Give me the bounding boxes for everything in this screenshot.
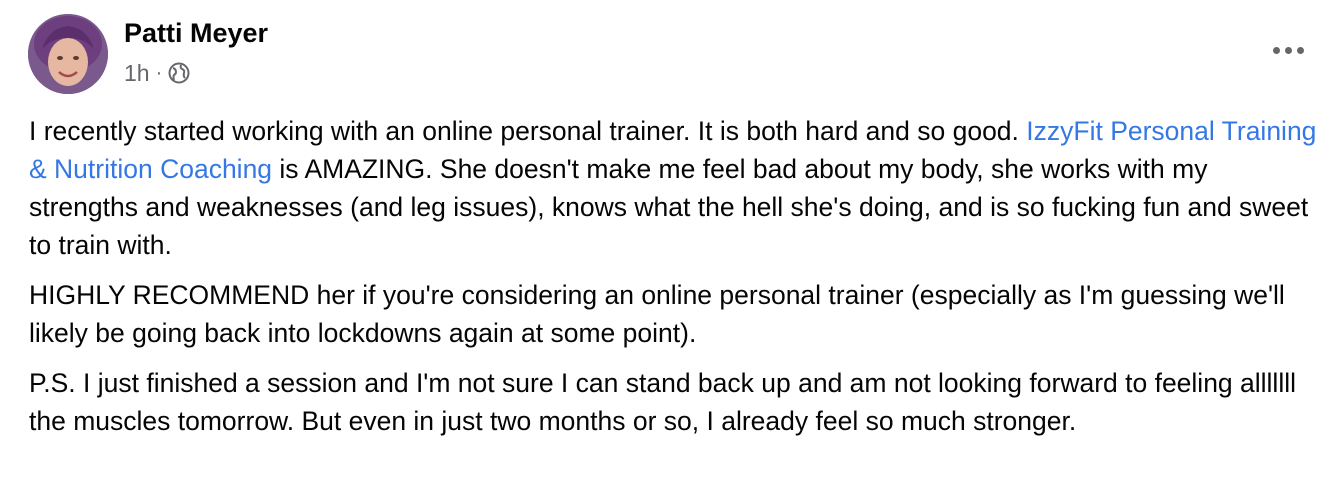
author-name[interactable]: Patti Meyer xyxy=(124,16,268,50)
facebook-post: Patti Meyer 1h · I recently started work… xyxy=(0,0,1344,496)
post-paragraph: HIGHLY RECOMMEND her if you're consideri… xyxy=(29,280,1285,348)
meta-separator: · xyxy=(155,61,163,84)
post-body: I recently started working with an onlin… xyxy=(29,112,1319,452)
more-dot xyxy=(1284,46,1292,54)
globe-icon[interactable] xyxy=(168,62,190,84)
post-timestamp[interactable]: 1h xyxy=(124,60,150,87)
author-avatar[interactable] xyxy=(28,14,108,94)
paragraph-text: I recently started working with an onlin… xyxy=(29,116,1027,146)
avatar-photo xyxy=(28,14,108,94)
more-dot xyxy=(1272,46,1280,54)
post-paragraph: P.S. I just finished a session and I'm n… xyxy=(29,368,1296,436)
more-options-icon[interactable] xyxy=(1264,30,1312,70)
post-paragraph: I recently started working with an onlin… xyxy=(29,112,1319,264)
more-dot xyxy=(1296,46,1304,54)
post-meta: 1h · xyxy=(124,58,190,88)
